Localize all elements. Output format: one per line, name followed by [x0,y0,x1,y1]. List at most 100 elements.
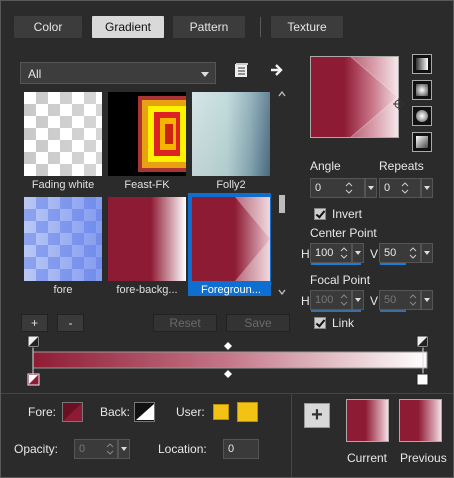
angle-label: Angle [310,159,341,173]
repeats-dropdown[interactable] [421,178,433,198]
opacity-label: Opacity: [14,442,59,456]
focal-v-value: 50 [384,294,397,306]
thumb-label: Foregroun... [201,284,261,296]
center-v-dropdown[interactable] [421,243,433,263]
repeats-value: 0 [384,182,391,194]
color-midpoint[interactable] [224,370,232,378]
category-dropdown[interactable]: All [20,62,216,84]
list-view-icon[interactable] [233,62,249,78]
thumb-label: Fading white [31,179,95,191]
gradient-preview[interactable] [310,56,399,138]
opacity-value: 0 [79,443,86,455]
center-point-label: Center Point [310,226,377,240]
user-swatch-1[interactable] [213,404,229,420]
remove-gradient-button[interactable]: - [57,314,84,332]
center-h-slider[interactable] [311,263,361,265]
center-v-slider[interactable] [380,263,406,265]
gradient-dialog: Color Gradient Pattern Texture All Fadin… [0,0,454,478]
thumb-label: Folly2 [216,179,246,191]
location-field[interactable]: 0 [223,439,259,459]
previous-gradient-swatch[interactable] [399,399,442,442]
reset-button[interactable]: Reset [153,314,217,332]
gradient-thumb-feast-fk[interactable] [108,92,186,176]
tab-color[interactable]: Color [13,15,83,39]
thumb-image [192,197,270,281]
color-stop-left[interactable] [27,373,40,386]
focal-v-slider[interactable] [380,310,406,312]
fore-label: Fore: [28,405,57,419]
center-h-label: H [301,247,310,261]
gradient-thumb-fading-white[interactable] [24,92,102,176]
focal-v-dropdown[interactable] [421,290,433,310]
opacity-stop-left[interactable] [27,335,40,348]
thumb-overlay [24,92,102,176]
focal-point-label: Focal Point [310,273,371,287]
sunburst-style-icon[interactable] [412,106,432,126]
angle-field[interactable]: 0 [310,178,365,198]
gradient-bar[interactable] [32,351,428,369]
opacity-dropdown[interactable] [118,439,130,459]
center-v-value: 50 [384,247,397,259]
fore-swatch[interactable] [62,402,83,422]
color-stop-right[interactable] [416,373,429,386]
radial-style-icon[interactable] [412,132,432,152]
opacity-stop-right[interactable] [416,335,429,348]
center-v-label: V [370,247,379,261]
focal-v-label: V [370,294,379,308]
gradient-thumb-fore[interactable] [24,197,102,281]
save-button[interactable]: Save [226,314,290,332]
location-label: Location: [158,442,207,456]
thumb-image [108,92,186,176]
link-label: Link [332,316,355,330]
previous-label: Previous [400,451,447,465]
center-h-value: 100 [315,247,334,259]
thumb-label: Feast-FK [124,179,170,191]
center-h-field[interactable]: 100 [310,243,361,265]
invert-checkbox[interactable] [314,208,326,220]
current-gradient-swatch[interactable] [346,399,389,442]
tab-gradient[interactable]: Gradient [91,15,165,39]
thumb-overlay [24,197,102,281]
thumbnail-scrollbar[interactable] [277,89,287,297]
focal-h-label: H [301,294,310,308]
focal-h-slider[interactable] [311,310,361,312]
user-swatch-2[interactable] [237,402,258,422]
divider [1,393,453,394]
center-h-dropdown[interactable] [352,243,364,263]
center-point-handle[interactable] [393,98,405,110]
thumb-image [108,197,186,281]
focal-v-field[interactable]: 50 [379,290,421,312]
opacity-midpoint[interactable] [224,342,232,350]
current-label: Current [347,451,388,465]
tab-separator [260,17,261,37]
angle-dropdown[interactable] [365,178,377,198]
opacity-field[interactable]: 0 [74,439,118,459]
link-checkbox[interactable] [314,317,326,329]
divider [291,394,292,477]
arrow-right-icon[interactable] [269,62,285,78]
focal-h-value: 100 [315,294,334,306]
gradient-thumb-foreground-selected[interactable] [192,197,270,281]
gradient-thumb-folly2[interactable] [192,92,270,176]
thumb-overlay [192,92,270,176]
invert-label: Invert [332,207,363,221]
repeats-field[interactable]: 0 [379,178,421,198]
add-to-swatches-button[interactable]: + [304,403,330,428]
linear-style-icon[interactable] [412,54,432,74]
category-value: All [28,67,42,81]
angle-value: 0 [315,182,322,194]
focal-h-dropdown[interactable] [352,290,364,310]
center-v-field[interactable]: 50 [379,243,421,265]
location-value: 0 [228,443,235,455]
back-label: Back: [100,405,131,419]
add-gradient-button[interactable]: + [21,314,48,332]
gradient-editor[interactable] [27,335,433,387]
tab-texture[interactable]: Texture [270,15,344,39]
chevron-down-icon [201,72,209,77]
user-label: User: [176,405,205,419]
back-swatch[interactable] [134,402,155,422]
tab-pattern[interactable]: Pattern [172,15,246,39]
focal-h-field[interactable]: 100 [310,290,361,312]
rectangular-style-icon[interactable] [412,80,432,100]
gradient-thumb-fore-background[interactable] [108,197,186,281]
